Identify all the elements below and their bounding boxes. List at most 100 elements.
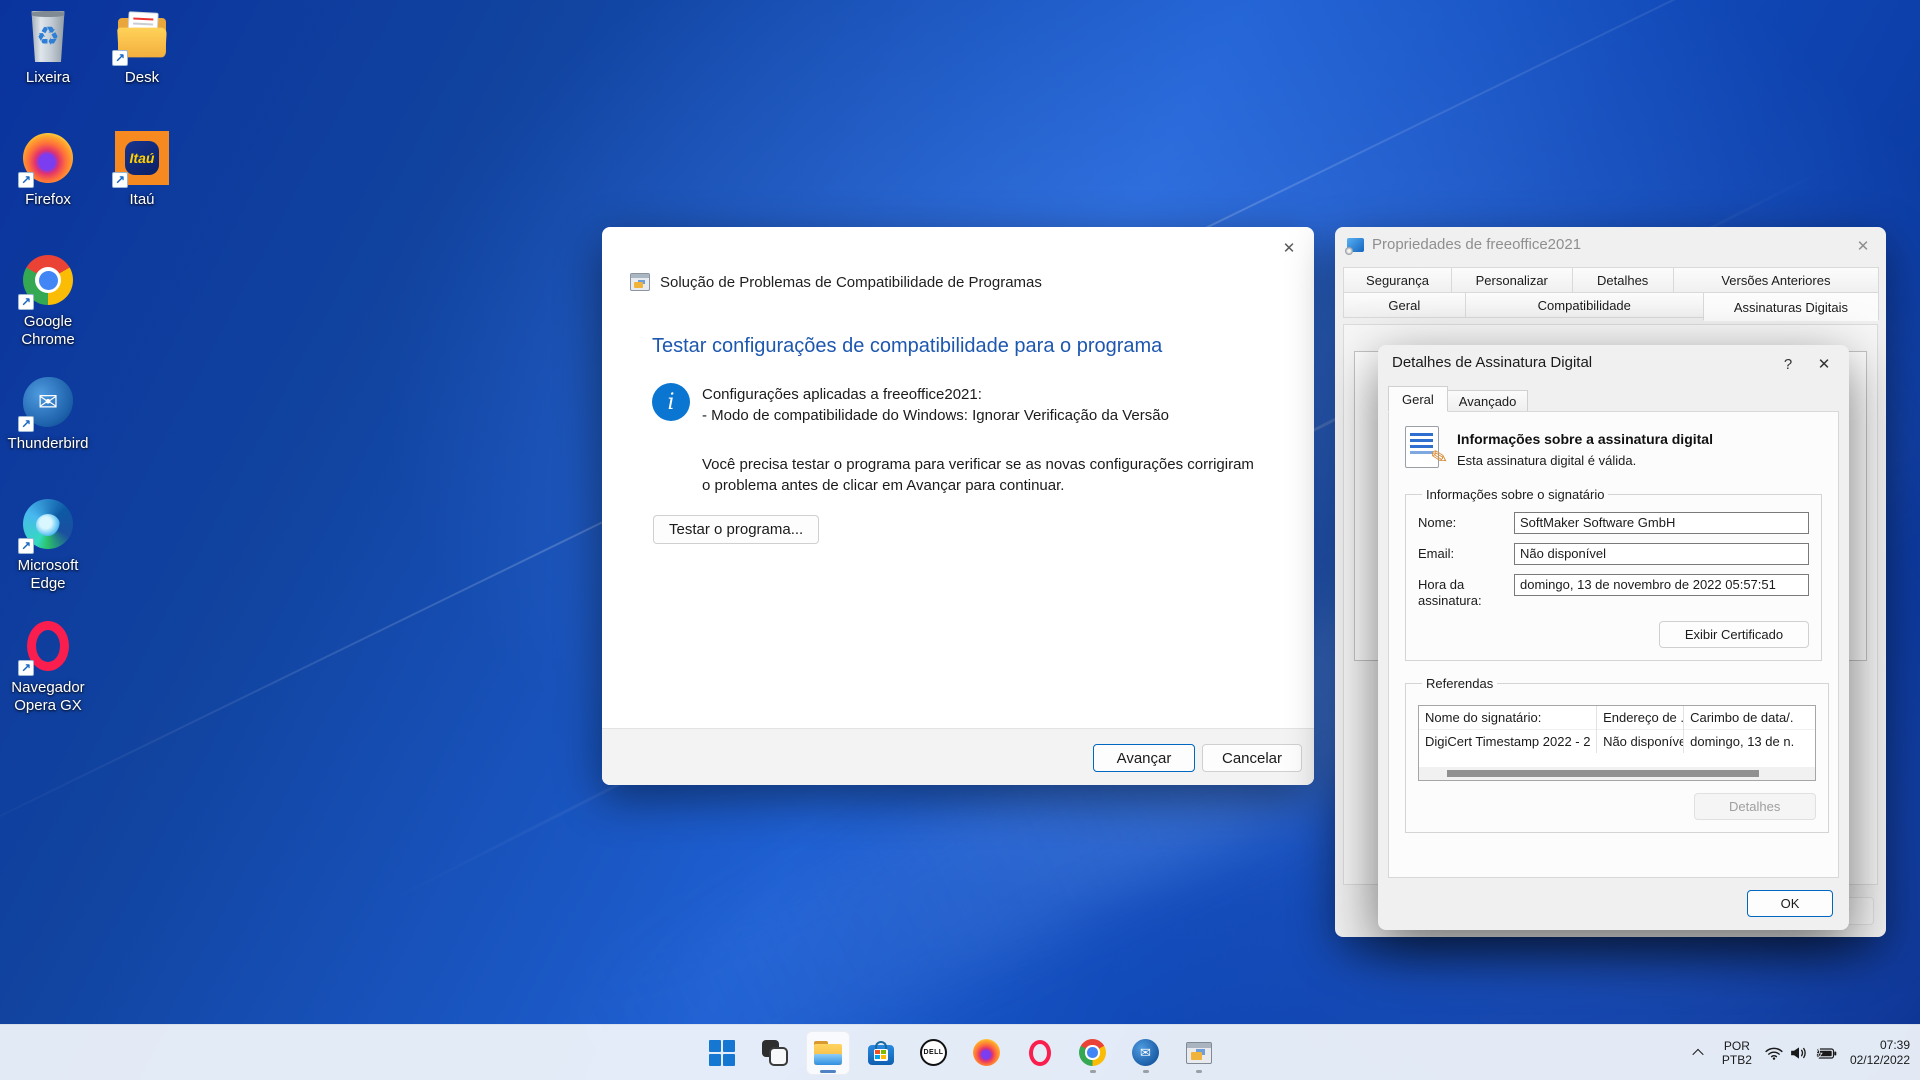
desktop-icon-itau[interactable]: Itaú ↗ Itaú	[94, 130, 190, 209]
language-indicator[interactable]: POR PTB2	[1722, 1039, 1752, 1067]
signer-info-group-label: Informações sobre o signatário	[1422, 487, 1608, 502]
window-title: Detalhes de Assinatura Digital	[1392, 354, 1592, 371]
tab-avancado[interactable]: Avançado	[1447, 390, 1529, 412]
signature-tab-page: ✎ Informações sobre a assinatura digital…	[1388, 411, 1839, 878]
help-icon[interactable]: ?	[1775, 352, 1801, 376]
chrome-button[interactable]	[1071, 1031, 1115, 1075]
properties-app-icon	[1347, 238, 1364, 252]
wifi-icon	[1765, 1046, 1783, 1060]
instructions-text: Você precisa testar o programa para veri…	[702, 454, 1254, 496]
cancel-button[interactable]: Cancelar	[1202, 744, 1302, 772]
horizontal-scrollbar[interactable]	[1419, 767, 1815, 780]
email-field[interactable]: Não disponível	[1514, 543, 1809, 565]
itau-logo-text: Itaú	[130, 150, 155, 166]
name-field[interactable]: SoftMaker Software GmbH	[1514, 512, 1809, 534]
tab-personalizar[interactable]: Personalizar	[1451, 267, 1573, 293]
countersignatures-group: Referendas Nome do signatário: DigiCert …	[1405, 676, 1829, 833]
thunderbird-button[interactable]: ✉	[1124, 1031, 1168, 1075]
dell-button[interactable]: DELL	[912, 1031, 956, 1075]
microsoft-store-icon	[868, 1041, 894, 1065]
desktop-icon-microsoft-edge[interactable]: ↗ Microsoft Edge	[0, 496, 96, 593]
desktop-icon-label: Firefox	[0, 191, 96, 209]
countersignatures-group-label: Referendas	[1422, 676, 1497, 691]
column-header-signer-name[interactable]: Nome do signatário:	[1419, 706, 1596, 730]
desktop-icon-label: Google Chrome	[0, 313, 96, 349]
troubleshooter-icon	[1186, 1042, 1212, 1064]
clock[interactable]: 07:39 02/12/2022	[1850, 1038, 1910, 1068]
desktop-icon-firefox[interactable]: ↗ Firefox	[0, 130, 96, 209]
window-title: Propriedades de freeoffice2021	[1372, 236, 1581, 253]
close-icon[interactable]: ✕	[1848, 233, 1878, 259]
shortcut-arrow-icon: ↗	[18, 294, 34, 310]
tab-seguranca[interactable]: Segurança	[1343, 267, 1452, 293]
tab-geral[interactable]: Geral	[1388, 386, 1448, 412]
system-status-icons[interactable]	[1765, 1046, 1837, 1060]
name-field-label: Nome:	[1418, 512, 1514, 531]
shortcut-arrow-icon: ↗	[112, 172, 128, 188]
dialog-footer: Avançar Cancelar	[602, 728, 1314, 785]
hidden-icons-chevron[interactable]	[1687, 1042, 1709, 1064]
task-view-button[interactable]	[753, 1031, 797, 1075]
close-icon[interactable]: ✕	[1809, 351, 1839, 377]
opera-gx-icon	[1029, 1040, 1051, 1066]
tab-geral[interactable]: Geral	[1343, 292, 1466, 318]
chevron-up-icon	[1692, 1049, 1703, 1060]
desktop-icon-label: Itaú	[94, 191, 190, 209]
digital-signature-details-dialog: Detalhes de Assinatura Digital ? ✕ Geral…	[1378, 345, 1849, 930]
desktop-icon-desk-folder[interactable]: ↗ Desk	[94, 8, 190, 87]
file-explorer-button[interactable]	[806, 1031, 850, 1075]
view-certificate-button[interactable]: Exibir Certificado	[1659, 621, 1809, 648]
column-header-timestamp[interactable]: Carimbo de data/.	[1684, 706, 1815, 730]
signature-document-icon: ✎	[1405, 426, 1445, 472]
signing-time-field-label: Hora da assinatura:	[1418, 574, 1514, 609]
tab-versoes-anteriores[interactable]: Versões Anteriores	[1673, 267, 1879, 293]
signing-time-field[interactable]: domingo, 13 de novembro de 2022 05:57:51	[1514, 574, 1809, 596]
details-button: Detalhes	[1694, 793, 1816, 820]
running-indicator	[1090, 1070, 1096, 1073]
table-cell[interactable]: DigiCert Timestamp 2022 - 2	[1419, 730, 1596, 753]
signature-valid-text: Esta assinatura digital é válida.	[1457, 453, 1713, 468]
ok-button[interactable]: OK	[1747, 890, 1833, 917]
desktop-icon-label: Navegador Opera GX	[0, 679, 96, 715]
column-header-email[interactable]: Endereço de ...	[1597, 706, 1683, 730]
taskbar: DELL ✉ POR PTB2	[0, 1024, 1920, 1080]
shortcut-arrow-icon: ↗	[18, 660, 34, 676]
desktop-icon-recycle-bin[interactable]: ♻ Lixeira	[0, 8, 96, 87]
test-program-button[interactable]: Testar o programa...	[653, 515, 819, 544]
window-title: Solução de Problemas de Compatibilidade …	[660, 274, 1042, 291]
shortcut-arrow-icon: ↗	[18, 538, 34, 554]
scrollbar-thumb[interactable]	[1447, 770, 1760, 777]
tab-compatibilidade[interactable]: Compatibilidade	[1465, 292, 1704, 318]
windows-start-icon	[709, 1040, 735, 1066]
desktop-icon-thunderbird[interactable]: ✉ ↗ Thunderbird	[0, 374, 96, 453]
troubleshooter-icon	[630, 273, 650, 291]
thunderbird-icon: ✉	[1132, 1039, 1159, 1066]
firefox-button[interactable]	[965, 1031, 1009, 1075]
firefox-icon	[973, 1039, 1000, 1066]
system-tray: POR PTB2 07:39 02/12/	[1687, 1025, 1910, 1080]
troubleshooter-button[interactable]	[1177, 1031, 1221, 1075]
tab-assinaturas-digitais[interactable]: Assinaturas Digitais	[1703, 292, 1879, 321]
desktop-icon-label: Lixeira	[0, 69, 96, 87]
tab-detalhes[interactable]: Detalhes	[1572, 267, 1674, 293]
applied-settings-text: Configurações aplicadas a freeoffice2021…	[702, 383, 1169, 426]
close-icon[interactable]: ✕	[1274, 235, 1304, 261]
opera-gx-button[interactable]	[1018, 1031, 1062, 1075]
active-indicator	[820, 1070, 836, 1073]
microsoft-store-button[interactable]	[859, 1031, 903, 1075]
page-title: Testar configurações de compatibilidade …	[652, 335, 1278, 358]
signer-info-group: Informações sobre o signatário Nome: Sof…	[1405, 487, 1822, 661]
table-cell[interactable]: domingo, 13 de n.	[1684, 730, 1815, 753]
running-indicator	[1196, 1070, 1202, 1073]
info-icon: i	[652, 383, 690, 421]
table-cell[interactable]: Não disponível	[1597, 730, 1683, 753]
desktop-icon-google-chrome[interactable]: ↗ Google Chrome	[0, 252, 96, 349]
running-indicator	[1143, 1070, 1149, 1073]
dell-icon: DELL	[920, 1039, 947, 1066]
next-button[interactable]: Avançar	[1093, 744, 1195, 772]
desktop-icon-opera-gx[interactable]: ↗ Navegador Opera GX	[0, 618, 96, 715]
recycle-bin-icon: ♻	[30, 11, 66, 62]
pencil-icon: ✎	[1429, 444, 1451, 472]
chrome-icon	[1079, 1039, 1106, 1066]
start-button[interactable]	[700, 1031, 744, 1075]
